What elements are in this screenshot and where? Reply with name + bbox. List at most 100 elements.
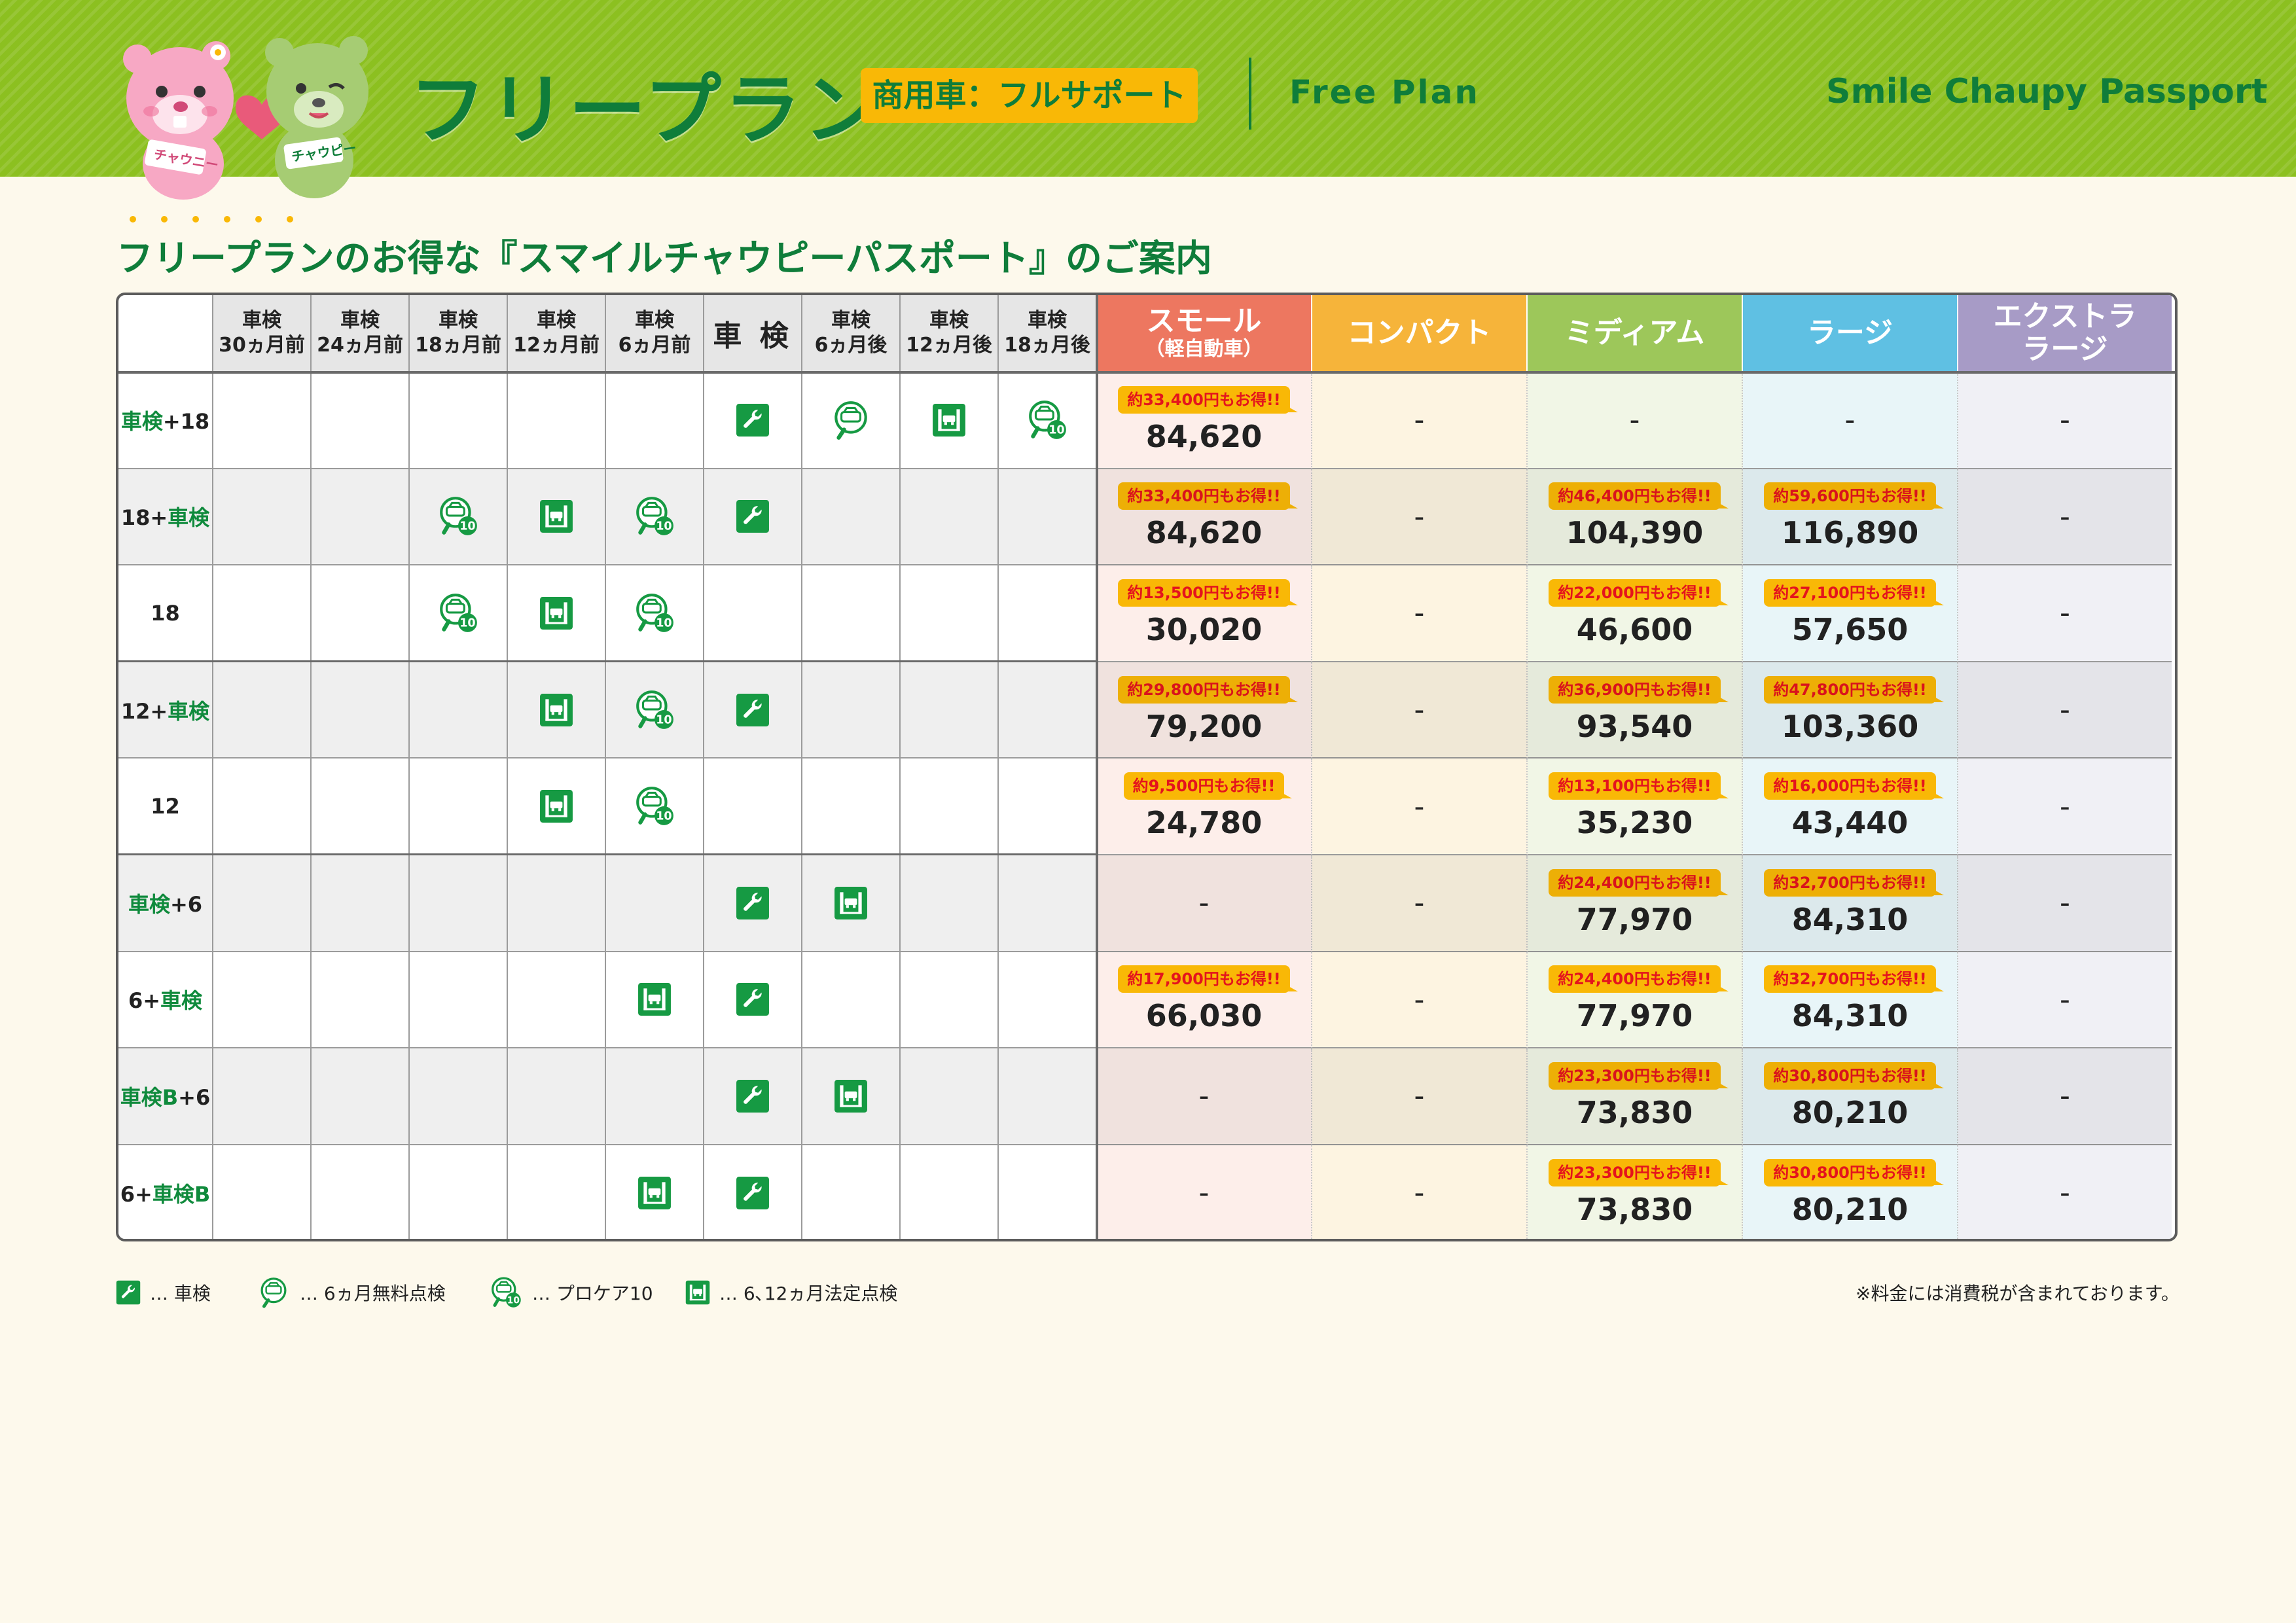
car-lift-icon — [834, 886, 868, 920]
timeline-cell — [606, 855, 704, 952]
savings-badge: 約33,400円もお得!! — [1118, 385, 1298, 414]
timeline-header-line1: 車 検 — [713, 319, 793, 353]
timeline-header-3: 車検 12ヵ月前 — [508, 295, 606, 372]
price-value: 24,780 — [1145, 805, 1263, 841]
price-cell: - — [1312, 1145, 1528, 1239]
row-label: 車検+6 — [128, 888, 202, 918]
size-header-2: ミディアム — [1528, 295, 1743, 372]
timeline-header-line2: 18ヵ月後 — [1004, 334, 1090, 357]
price-value: 104,390 — [1566, 515, 1704, 551]
timeline-header-line1: 車検 — [635, 309, 674, 332]
procare10-icon: 10 — [1026, 399, 1069, 442]
price-cell: 約22,000円もお得!! 46,600 — [1528, 565, 1743, 662]
timeline-header-7: 車検 12ヵ月後 — [901, 295, 999, 372]
price-cell: 約59,600円もお得!! 116,890 — [1743, 469, 1958, 566]
timeline-cell — [999, 662, 1097, 759]
timeline-cell — [508, 855, 606, 952]
price-cell: 約17,900円もお得!! 66,030 — [1097, 952, 1312, 1049]
timeline-cell — [213, 662, 312, 759]
price-value: - — [1629, 403, 1640, 437]
price-value: 77,970 — [1576, 998, 1693, 1034]
savings-badge: 約17,900円もお得!! — [1118, 965, 1298, 993]
price-value: - — [1414, 982, 1425, 1016]
timeline-cell — [704, 952, 802, 1049]
timeline-cell — [704, 1145, 802, 1239]
price-cell: - — [1958, 469, 2172, 566]
savings-badge: 約36,900円もお得!! — [1549, 675, 1729, 704]
timeline-cell — [508, 758, 606, 855]
timeline-header-line2: 30ヵ月前 — [219, 334, 305, 357]
price-value: - — [2060, 596, 2070, 630]
timeline-cell — [312, 758, 410, 855]
timeline-cell — [213, 1145, 312, 1239]
savings-badge: 約30,800円もお得!! — [1764, 1061, 1944, 1090]
timeline-cell — [312, 662, 410, 759]
price-value: - — [2060, 403, 2070, 437]
timeline-cell: 10 — [606, 565, 704, 662]
price-value: 66,030 — [1145, 998, 1263, 1034]
svg-text:10: 10 — [656, 713, 672, 726]
row-label: 18+車検 — [121, 501, 209, 531]
timeline-cell — [901, 662, 999, 759]
timeline-cell — [802, 855, 901, 952]
timeline-cell — [410, 952, 508, 1049]
price-cell: - — [1958, 372, 2172, 469]
wrench-icon — [116, 1280, 141, 1305]
row-label: 12 — [151, 794, 180, 819]
procare10-icon: 10 — [633, 688, 676, 732]
timeline-cell — [410, 662, 508, 759]
price-cell: 約33,400円もお得!! 84,620 — [1097, 372, 1312, 469]
legend-text: … 車検 — [150, 1283, 211, 1304]
timeline-header-line2: 12ヵ月前 — [513, 334, 600, 357]
price-value: - — [2060, 499, 2070, 533]
legend-item: … 6､12ヵ月法定点検 — [685, 1276, 897, 1309]
price-cell: 約33,400円もお得!! 84,620 — [1097, 469, 1312, 566]
car-lift-icon — [685, 1280, 710, 1305]
timeline-cell — [999, 469, 1097, 566]
timeline-cell — [901, 855, 999, 952]
price-value: 77,970 — [1576, 901, 1693, 937]
price-cell: 約32,700円もお得!! 84,310 — [1743, 855, 1958, 952]
price-cell: 約27,100円もお得!! 57,650 — [1743, 565, 1958, 662]
row-label-cell: 車検+6 — [118, 855, 213, 952]
price-cell: - — [1958, 1145, 2172, 1239]
icon-legend: … 車検 … 6ヵ月無料点検 10 … プロケア10 … 6､12ヵ月法定点検 — [116, 1276, 1032, 1309]
price-cell: 約46,400円もお得!! 104,390 — [1528, 469, 1743, 566]
procare10-icon: 10 — [489, 1275, 523, 1310]
timeline-cell — [312, 952, 410, 1049]
timeline-cell — [213, 952, 312, 1049]
car-lift-icon — [539, 693, 573, 727]
savings-badge: 約32,700円もお得!! — [1764, 868, 1944, 897]
price-value: - — [1414, 693, 1425, 727]
timeline-header-6: 車検 6ヵ月後 — [802, 295, 901, 372]
row-label-part: 6+ — [128, 988, 161, 1014]
price-cell: - — [1312, 372, 1528, 469]
legend-text: … プロケア10 — [532, 1283, 653, 1304]
wrench-icon — [736, 982, 770, 1016]
row-label-cell: 18 — [118, 565, 213, 662]
timeline-header-8: 車検 18ヵ月後 — [999, 295, 1097, 372]
timeline-cell — [312, 1145, 410, 1239]
savings-badge: 約27,100円もお得!! — [1764, 579, 1944, 607]
row-label-part: 車検 — [168, 505, 210, 531]
price-value: 73,830 — [1576, 1094, 1693, 1130]
price-cell: - — [1958, 565, 2172, 662]
header-divider — [118, 371, 2175, 374]
plan-category-badge: 商用車：フルサポート — [861, 68, 1198, 123]
table-corner-cell — [118, 295, 213, 372]
timeline-cell: 10 — [606, 662, 704, 759]
magnifier-check-icon — [829, 399, 872, 442]
price-value: - — [1414, 403, 1425, 437]
timeline-cell — [606, 952, 704, 1049]
price-value: - — [1414, 1079, 1425, 1113]
timeline-header-0: 車検 30ヵ月前 — [213, 295, 312, 372]
svg-text:10: 10 — [1049, 423, 1064, 437]
timeline-header-line2: 6ヵ月前 — [618, 334, 691, 357]
timeline-header-line2: 18ヵ月前 — [415, 334, 501, 357]
timeline-cell — [901, 952, 999, 1049]
size-header-3: ラージ — [1743, 295, 1958, 372]
size-header-line1: コンパクト — [1347, 316, 1492, 349]
svg-text:10: 10 — [656, 520, 672, 533]
timeline-header-line1: 車検 — [439, 309, 478, 332]
price-cell: 約36,900円もお得!! 93,540 — [1528, 662, 1743, 759]
